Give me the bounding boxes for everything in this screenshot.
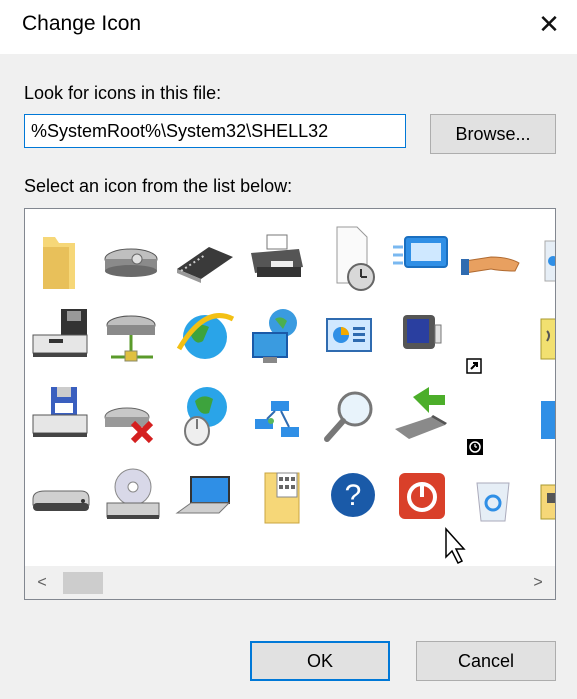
network-globe-icon[interactable] <box>241 297 313 377</box>
list-label: Select an icon from the list below: <box>24 176 293 196</box>
note-icon-partial[interactable] <box>529 297 555 377</box>
icon-list[interactable]: ? < > <box>24 208 556 600</box>
title-bar: Change Icon ✕ <box>0 0 577 54</box>
hard-drive-icon[interactable] <box>97 217 169 297</box>
magnifier-icon[interactable] <box>313 377 385 457</box>
network-connection-icon[interactable] <box>241 377 313 457</box>
icon-file-input[interactable]: %SystemRoot%\System32\SHELL32 <box>24 114 406 148</box>
file-label: Look for icons in this file: <box>24 83 222 103</box>
icon-grid: ? <box>25 209 555 566</box>
svg-text:?: ? <box>345 479 362 512</box>
scroll-thumb[interactable] <box>63 572 103 594</box>
removable-drive-icon[interactable] <box>25 457 97 537</box>
disconnected-drive-icon[interactable] <box>97 377 169 457</box>
browse-button[interactable]: Browse... <box>430 114 556 154</box>
printer-icon[interactable] <box>241 217 313 297</box>
cd-drive-icon[interactable] <box>97 457 169 537</box>
clock-document-icon[interactable] <box>313 217 385 297</box>
recycle-icon-partial[interactable] <box>529 217 555 297</box>
internet-explorer-icon[interactable] <box>169 297 241 377</box>
computer-floppy-icon[interactable] <box>25 297 97 377</box>
control-panel-icon[interactable] <box>313 297 385 377</box>
blue-panel-icon-partial[interactable] <box>529 377 555 457</box>
scroll-right-icon[interactable]: > <box>521 566 555 599</box>
shortcut-arrow-icon[interactable] <box>457 297 529 377</box>
power-icon[interactable] <box>385 457 457 537</box>
folder-icon[interactable] <box>25 217 97 297</box>
close-icon[interactable]: ✕ <box>532 7 566 41</box>
monitor-icon[interactable] <box>385 297 457 377</box>
clock-overlay-icon[interactable] <box>457 377 529 457</box>
sharing-hand-icon[interactable] <box>457 217 529 297</box>
usb-drive-icon[interactable] <box>385 377 457 457</box>
floppy-drive-icon[interactable] <box>25 377 97 457</box>
help-icon[interactable]: ? <box>313 457 385 537</box>
display-window-icon[interactable] <box>385 217 457 297</box>
network-drive-icon[interactable] <box>97 297 169 377</box>
mouse-cursor-icon <box>445 527 466 565</box>
laptop-icon[interactable] <box>169 457 241 537</box>
recycle-bin-icon[interactable] <box>457 457 529 537</box>
dialog-title: Change Icon <box>22 12 142 35</box>
horizontal-scrollbar[interactable]: < > <box>25 566 555 599</box>
scroll-left-icon[interactable]: < <box>25 566 59 599</box>
ok-button[interactable]: OK <box>250 641 390 681</box>
memory-chip-icon[interactable] <box>169 217 241 297</box>
zip-folder-icon[interactable] <box>241 457 313 537</box>
globe-mouse-icon[interactable] <box>169 377 241 457</box>
cancel-button[interactable]: Cancel <box>416 641 556 681</box>
folder-icon-partial[interactable] <box>529 457 555 537</box>
